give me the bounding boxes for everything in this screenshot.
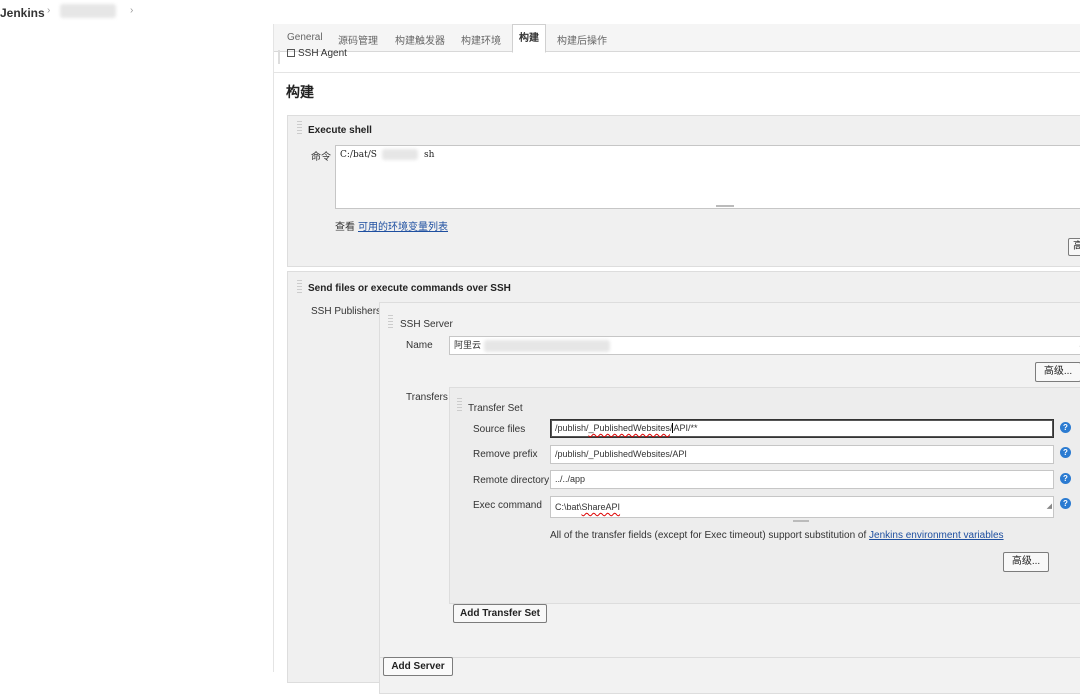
tab-general[interactable]: General [287, 32, 323, 43]
resize-grip-icon[interactable]: ◢ [1047, 497, 1052, 517]
transfer-note: All of the transfer fields (except for E… [550, 530, 1004, 541]
exec-command-text: ShareAPI [581, 502, 621, 512]
exec-command-label: Exec command [473, 500, 542, 511]
resize-handle-icon[interactable] [716, 205, 734, 207]
resize-handle-icon[interactable] [793, 520, 809, 522]
server-advanced-button[interactable]: 高级... [1035, 362, 1080, 382]
command-text-end: sh [424, 150, 435, 160]
add-transfer-set-button[interactable]: Add Transfer Set [453, 604, 547, 623]
drag-handle-icon[interactable] [457, 398, 462, 412]
remote-directory-input[interactable]: ../../app [550, 470, 1054, 489]
server-name-value: 阿里云 [454, 340, 482, 350]
ssh-publishers-label: SSH Publishers [311, 306, 382, 317]
remove-prefix-input[interactable]: /publish/_PublishedWebsites/API [550, 445, 1054, 464]
sidebar-divider [273, 24, 274, 672]
tab-scm[interactable]: 源码管理 [338, 32, 378, 47]
remove-prefix-label: Remove prefix [473, 449, 538, 460]
transfer-set-title: Transfer Set [468, 403, 523, 414]
help-icon[interactable]: ? [1060, 473, 1071, 484]
source-files-input[interactable]: /publish/_PublishedWebsites/API/** [550, 419, 1054, 438]
advanced-button-clipped[interactable]: 高 [1068, 238, 1080, 256]
breadcrumb-separator: › [47, 5, 51, 16]
command-label: 命令 [311, 152, 331, 163]
drag-handle-icon[interactable] [297, 121, 302, 135]
ssh-publish-title: Send files or execute commands over SSH [308, 283, 511, 294]
remote-directory-label: Remote directory [473, 475, 550, 486]
breadcrumb: Jenkins › › [0, 0, 1080, 24]
ssh-server-title: SSH Server [400, 319, 453, 330]
section-edge [278, 50, 280, 64]
help-icon[interactable]: ? [1060, 498, 1071, 509]
execute-shell-block: Execute shell 命令 C:/bat/S sh 查看 可用的环境变量列… [287, 115, 1080, 267]
drag-handle-icon[interactable] [388, 315, 393, 329]
help-icon[interactable]: ? [1060, 422, 1071, 433]
drag-handle-icon[interactable] [297, 280, 302, 294]
source-files-label: Source files [473, 424, 526, 435]
transfer-note-text: All of the transfer fields (except for E… [550, 530, 870, 541]
command-redacted [382, 149, 418, 160]
command-text-start: C:/bat/S [340, 150, 377, 160]
env-vars-link[interactable]: 可用的环境变量列表 [358, 218, 448, 233]
add-server-button[interactable]: Add Server [383, 657, 453, 676]
tab-build-environment[interactable]: 构建环境 [461, 32, 501, 47]
source-files-part: _PublishedWebsites [588, 423, 670, 433]
breadcrumb-job-redacted[interactable] [60, 4, 116, 18]
tab-build-triggers[interactable]: 构建触发器 [395, 32, 445, 47]
command-textarea[interactable]: C:/bat/S sh [335, 145, 1080, 209]
build-section-title: 构建 [286, 84, 314, 100]
help-icon[interactable]: ? [1060, 447, 1071, 458]
transfer-advanced-button[interactable]: 高级... [1003, 552, 1049, 572]
ssh-publish-block: Send files or execute commands over SSH … [287, 271, 1080, 694]
tab-post-build[interactable]: 构建后操作 [557, 32, 607, 47]
checkbox-icon[interactable] [287, 49, 295, 57]
breadcrumb-separator: › [130, 5, 134, 16]
ssh-server-block: SSH Server Name 阿里云 ⌄ 高级... Transfers Tr… [379, 302, 1080, 694]
server-name-select[interactable]: 阿里云 ⌄ [449, 336, 1080, 355]
jenkins-env-vars-link[interactable]: Jenkins environment variables [869, 530, 1004, 541]
exec-command-text: C:\bat\ [555, 502, 582, 512]
source-files-part: /** [687, 423, 698, 433]
tab-build[interactable]: 构建 [512, 24, 546, 53]
divider [274, 72, 1080, 73]
view-text: 查看 [335, 222, 355, 233]
config-tabs: General 源码管理 构建触发器 构建环境 构建 构建后操作 [274, 24, 1080, 53]
server-name-redacted [484, 340, 610, 352]
execute-shell-title: Execute shell [308, 125, 372, 136]
transfer-set-block: Transfer Set Source files /publish/_Publ… [449, 387, 1080, 604]
exec-command-textarea[interactable]: C:\bat\ShareAPI ◢ [550, 496, 1054, 518]
name-label: Name [406, 340, 433, 351]
source-files-part: API [672, 423, 688, 433]
ssh-agent-checkbox[interactable]: SSH Agent [287, 48, 347, 59]
source-files-part: /publish/ [555, 423, 589, 433]
transfers-label: Transfers [406, 392, 448, 403]
divider [380, 657, 1080, 658]
ssh-agent-label: SSH Agent [298, 48, 347, 59]
jenkins-home-link[interactable]: Jenkins [0, 6, 45, 20]
